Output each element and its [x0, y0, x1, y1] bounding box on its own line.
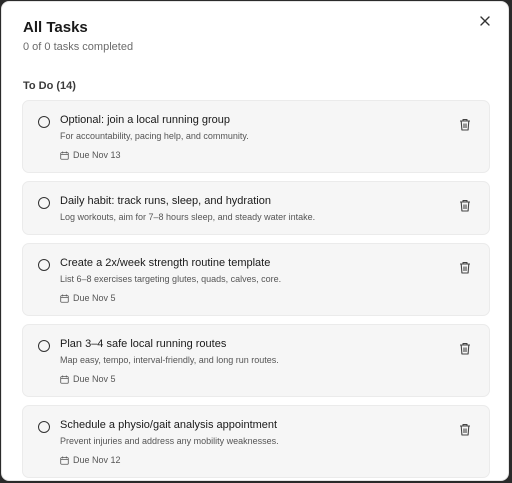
- task-list: Optional: join a local running group For…: [22, 100, 490, 480]
- task-description: Log workouts, aim for 7–8 hours sleep, a…: [60, 212, 316, 222]
- due-date-label: Due Nov 5: [73, 374, 116, 384]
- task-complete-checkbox[interactable]: [38, 259, 50, 271]
- trash-icon[interactable]: [459, 199, 471, 212]
- task-title: Schedule a physio/gait analysis appointm…: [60, 419, 278, 431]
- trash-icon[interactable]: [459, 423, 471, 436]
- calendar-icon: [60, 456, 69, 465]
- calendar-icon: [60, 375, 69, 384]
- task-title: Create a 2x/week strength routine templa…: [60, 257, 271, 269]
- task-complete-checkbox[interactable]: [38, 116, 50, 128]
- task-description: List 6–8 exercises targeting glutes, qua…: [60, 274, 282, 284]
- task-description: Map easy, tempo, interval-friendly, and …: [60, 355, 279, 365]
- task-due-date: Due Nov 12: [60, 455, 121, 465]
- due-date-label: Due Nov 13: [73, 150, 121, 160]
- task-complete-checkbox[interactable]: [38, 421, 50, 433]
- task-due-date: Due Nov 5: [60, 374, 116, 384]
- todo-section-header: To Do (14): [23, 80, 76, 92]
- task-complete-checkbox[interactable]: [38, 197, 50, 209]
- task-description: For accountability, pacing help, and com…: [60, 131, 249, 141]
- task-card[interactable]: Schedule a physio/gait analysis appointm…: [22, 405, 490, 478]
- calendar-icon: [60, 294, 69, 303]
- completion-summary: 0 of 0 tasks completed: [23, 41, 134, 53]
- task-card[interactable]: Create a 2x/week strength routine templa…: [22, 243, 490, 316]
- trash-icon[interactable]: [459, 118, 471, 131]
- task-card[interactable]: Daily habit: track runs, sleep, and hydr…: [22, 181, 490, 235]
- task-due-date: Due Nov 13: [60, 150, 121, 160]
- task-title: Plan 3–4 safe local running routes: [60, 338, 227, 350]
- task-due-date: Due Nov 5: [60, 293, 116, 303]
- task-card[interactable]: Optional: join a local running group For…: [22, 100, 490, 173]
- due-date-label: Due Nov 12: [73, 455, 121, 465]
- calendar-icon: [60, 151, 69, 160]
- task-card[interactable]: Plan 3–4 safe local running routes Map e…: [22, 324, 490, 397]
- modal-title: All Tasks: [23, 19, 88, 36]
- trash-icon[interactable]: [459, 342, 471, 355]
- task-title: Daily habit: track runs, sleep, and hydr…: [60, 195, 271, 207]
- task-title: Optional: join a local running group: [60, 114, 231, 126]
- close-icon[interactable]: [478, 14, 492, 28]
- due-date-label: Due Nov 5: [73, 293, 116, 303]
- task-complete-checkbox[interactable]: [38, 340, 50, 352]
- task-description: Prevent injuries and address any mobilit…: [60, 436, 279, 446]
- all-tasks-modal: All Tasks 0 of 0 tasks completed To Do (…: [1, 1, 509, 481]
- trash-icon[interactable]: [459, 261, 471, 274]
